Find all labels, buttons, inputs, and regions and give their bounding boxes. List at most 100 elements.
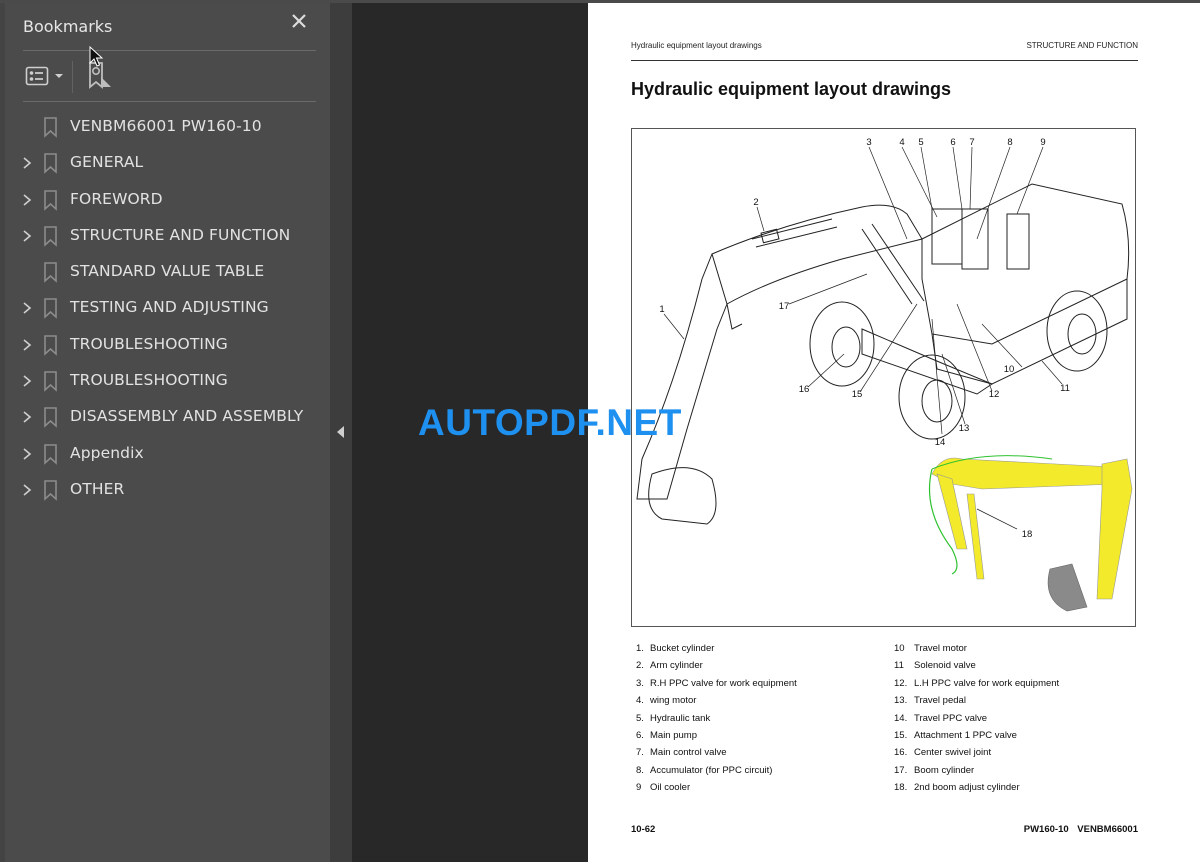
callout-label: 5 [918,137,923,148]
bookmark-icon [44,262,57,283]
legend-item: 8. Accumulator (for PPC circuit) [636,765,797,782]
legend-text: Boom cylinder [914,764,975,776]
legend-text: R.H PPC valve for work equipment [650,677,797,689]
bookmark-item[interactable]: Appendix [5,436,330,472]
callout-label: 16 [799,384,810,395]
document-code: PW160-10 VENBM66001 [1023,824,1138,835]
chevron-right-icon[interactable] [20,301,34,315]
close-panel-button[interactable] [288,12,310,34]
chevron-right-icon[interactable] [20,229,34,243]
bookmarks-panel: Bookmarks VENBM66001 PW160-10 GENERAL FORE… [0,3,330,862]
callout-label: 8 [1007,137,1012,148]
callout-label: 7 [969,137,974,148]
chevron-right-icon[interactable] [20,483,34,497]
chevron-right-icon[interactable] [20,338,34,352]
legend-left: 1. Bucket cylinder 2. Arm cylinder 3. R.H PPC… [636,643,797,800]
callout-label: 18 [1022,529,1033,540]
legend-text: Main control valve [650,747,727,759]
collapse-panel-arrow-icon[interactable] [337,426,344,438]
legend-text: wing motor [650,695,697,707]
bookmark-label: Appendix [70,443,144,462]
legend-item: 17. Boom cylinder [894,765,1059,782]
bookmark-label: OTHER [70,479,125,498]
bookmark-item[interactable]: STANDARD VALUE TABLE [5,254,330,290]
bookmark-label: STRUCTURE AND FUNCTION [70,225,291,244]
bookmark-label: GENERAL [70,153,144,172]
bookmark-icon [44,153,57,175]
running-header-left: Hydraulic equipment layout drawings [631,41,762,50]
legend-number: 6. [636,729,644,741]
legend-text: Solenoid valve [914,660,976,672]
legend-number: 14. [894,712,908,724]
callout-label: 15 [852,389,863,400]
legend-text: 2nd boom adjust cylinder [914,782,1020,794]
callout-label: 11 [1060,383,1070,394]
legend-item: 3. R.H PPC valve for work equipment [636,678,797,695]
legend-text: Attachment 1 PPC valve [914,729,1017,741]
bookmark-item[interactable]: TROUBLESHOOTING [5,363,330,399]
chevron-right-icon[interactable] [20,374,34,388]
bookmark-item[interactable]: DISASSEMBLY AND ASSEMBLY [5,399,330,435]
legend-item: 1. Bucket cylinder [636,643,797,660]
divider [23,50,316,51]
running-header-right: STRUCTURE AND FUNCTION [1026,41,1138,50]
legend-item: 11 Solenoid valve [894,660,1059,677]
bookmark-item[interactable]: TESTING AND ADJUSTING [5,290,330,326]
toolbar-separator [72,61,73,93]
bookmark-icon [44,189,57,211]
legend-number: 10 [894,643,905,654]
close-icon [292,14,306,28]
legend-number: 12. [894,677,908,689]
legend-item: 15. Attachment 1 PPC valve [894,730,1059,747]
legend-item: 10 Travel motor [894,643,1059,660]
callout-label: 13 [959,423,970,434]
bookmark-item[interactable]: TROUBLESHOOTING [5,327,330,363]
bookmark-options-button[interactable] [25,61,69,91]
legend-item: 2. Arm cylinder [636,660,797,677]
legend-item: 6. Main pump [636,730,797,747]
bookmark-item[interactable]: FOREWORD [5,182,330,218]
legend-item: 9 Oil cooler [636,782,797,799]
legend-text: Bucket cylinder [650,643,715,654]
bookmark-icon [44,407,57,429]
bookmark-icon [44,480,57,501]
legend-right: 10 Travel motor 11 Solenoid valve 12. L.H PPC… [894,643,1059,800]
legend-text: Travel PPC valve [914,712,988,724]
legend-number: 15. [894,729,908,741]
callout-label: 10 [1004,364,1015,375]
bookmark-icon [44,117,57,138]
bookmark-list: VENBM66001 PW160-10 GENERAL FOREWORD STRUCT… [5,109,330,508]
bookmark-icon [44,226,57,247]
legend-text: Hydraulic tank [650,712,711,724]
legend-number: 17. [894,764,908,776]
chevron-right-icon[interactable] [20,156,34,170]
bookmark-item[interactable]: VENBM66001 PW160-10 [5,109,330,145]
chevron-right-icon[interactable] [20,193,34,207]
legend-text: Arm cylinder [650,660,703,672]
legend-text: Main pump [650,729,697,741]
panel-splitter[interactable] [330,3,352,862]
bookmark-item[interactable]: OTHER [5,472,330,508]
legend-number: 5. [636,712,644,724]
mouse-cursor-icon [89,46,103,67]
legend-item: 14. Travel PPC valve [894,713,1059,730]
legend-text: Travel pedal [914,695,966,707]
chevron-right-icon[interactable] [20,410,34,424]
legend-item: 13. Travel pedal [894,695,1059,712]
callout-label: 3 [866,137,871,148]
header-rule [631,60,1138,61]
chevron-right-icon[interactable] [20,447,34,461]
bookmark-icon [44,298,57,320]
excavator-drawing: 123 4 5 6 7 8 9101112131415161718 [636,137,1133,612]
bookmark-item[interactable]: STRUCTURE AND FUNCTION [5,218,330,254]
legend-number: 7. [636,747,644,759]
callout-label: 14 [935,437,946,448]
legend-text: Travel motor [914,643,967,654]
bookmark-item[interactable]: GENERAL [5,145,330,181]
legend-text: Accumulator (for PPC circuit) [650,764,773,776]
hydraulic-layout-figure: 1 2 3 4 5 6 7 8 9 10 11 12 13 14 15 16 17 18 [631,128,1136,627]
legend-number: 9 [636,782,642,794]
legend-item: 7. Main control valve [636,747,797,764]
legend-item: 16. Center swivel joint [894,747,1059,764]
bookmark-icon [44,443,57,465]
